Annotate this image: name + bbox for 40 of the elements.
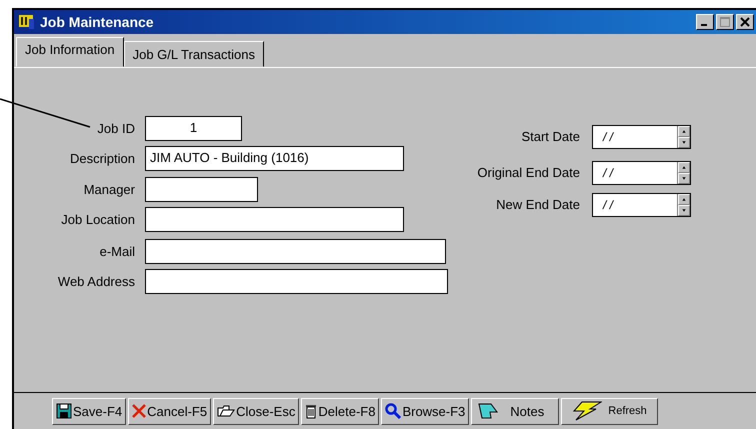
toolbar-button[interactable]: Save-F4 — [52, 398, 126, 424]
close-button[interactable] — [736, 14, 754, 30]
note-icon — [478, 403, 498, 419]
field-label: Original End Date — [476, 165, 581, 180]
input-field[interactable]: JIM AUTO - Building (1016) — [145, 146, 404, 171]
field-label: Job Location — [60, 212, 136, 227]
input-field[interactable] — [145, 177, 258, 202]
close-icon — [740, 17, 750, 27]
tab[interactable]: Job G/L Transactions — [124, 41, 264, 67]
window-title: Job Maintenance — [40, 14, 154, 30]
toolbar-button[interactable]: Delete-F8 — [301, 398, 380, 424]
magnifier-icon — [385, 403, 402, 419]
toolbar-button[interactable]: Refresh — [561, 398, 658, 424]
input-field[interactable] — [145, 269, 448, 294]
field-label: Description — [68, 151, 136, 166]
tab[interactable]: Job Information — [16, 37, 124, 67]
toolbar-button[interactable]: Notes — [471, 398, 560, 424]
trash-can-icon — [305, 403, 318, 419]
field-label: e-Mail — [98, 244, 136, 259]
toolbar-button[interactable]: Close-Esc — [213, 398, 300, 424]
date-field[interactable]: / / — [592, 124, 691, 148]
date-field[interactable]: / / — [592, 160, 691, 184]
toolbar-button[interactable]: Browse-F3 — [381, 398, 470, 424]
app-icon — [18, 13, 36, 31]
cross-icon — [132, 403, 146, 419]
maximize-icon — [720, 17, 730, 27]
minimize-button[interactable] — [696, 14, 714, 30]
toolbar-button[interactable]: Cancel-F5 — [128, 398, 212, 424]
maximize-button[interactable] — [716, 14, 734, 30]
input-field[interactable] — [145, 239, 446, 264]
field-label: Manager — [82, 182, 136, 197]
field-label: New End Date — [495, 197, 581, 212]
folder-icon — [217, 404, 236, 418]
field-label: Web Address — [56, 274, 136, 289]
input-field[interactable] — [145, 207, 404, 232]
date-field[interactable]: / / — [592, 192, 691, 216]
input-field[interactable]: 1 — [145, 116, 242, 141]
lightning-icon — [572, 401, 602, 421]
field-label: Job ID — [96, 121, 136, 136]
field-label: Start Date — [520, 129, 581, 144]
